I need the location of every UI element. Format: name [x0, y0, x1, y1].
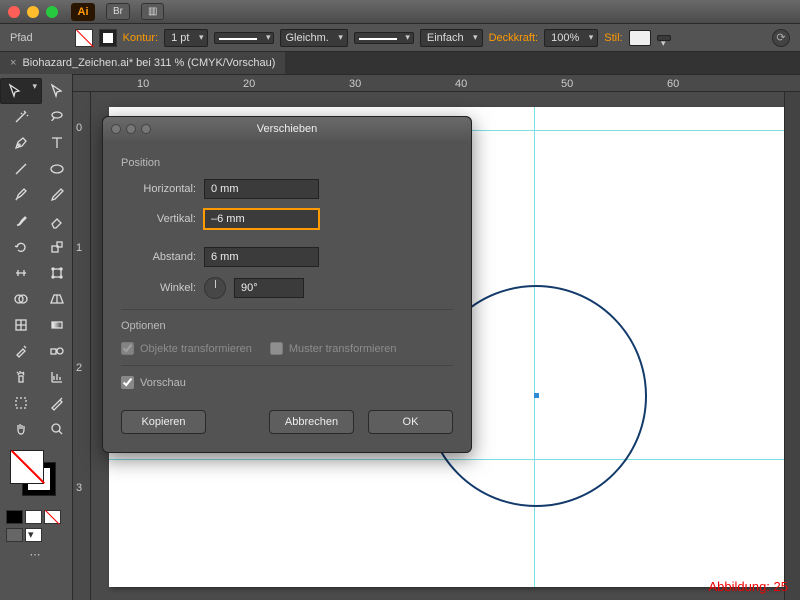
anchor-point[interactable] [534, 393, 539, 398]
selection-type-label: Pfad [10, 32, 33, 44]
options-group-label: Optionen [121, 320, 453, 332]
selection-tool[interactable] [0, 78, 42, 104]
width-tool[interactable] [0, 260, 42, 286]
blend-tool[interactable] [42, 338, 72, 364]
objekte-trans-checkbox: Objekte transformieren [121, 342, 252, 355]
ok-button[interactable]: OK [368, 410, 453, 434]
panel-more-icon[interactable]: ⋯ [4, 548, 68, 561]
eraser-tool[interactable] [42, 208, 72, 234]
opacity-select[interactable]: 100% [544, 29, 598, 47]
horizontal-ruler: 10 20 30 40 50 60 [73, 74, 800, 92]
window-titlebar: Ai Br ▥ [0, 0, 800, 24]
minimize-dot[interactable] [27, 6, 39, 18]
pen-tool[interactable] [0, 130, 42, 156]
muster-trans-checkbox: Muster transformieren [270, 342, 397, 355]
winkel-input[interactable] [234, 278, 304, 298]
control-bar: Pfad Kontur: 1 pt Gleichm. Einfach Deckk… [0, 24, 800, 52]
blob-brush-tool[interactable] [0, 208, 42, 234]
type-tool[interactable] [42, 130, 72, 156]
ellipse-tool[interactable] [42, 156, 72, 182]
layout-button[interactable]: ▥ [141, 3, 164, 20]
close-dot[interactable] [8, 6, 20, 18]
dialog-titlebar[interactable]: Verschieben [103, 117, 471, 141]
symbol-sprayer-tool[interactable] [0, 364, 42, 390]
eyedropper-tool[interactable] [0, 338, 42, 364]
tool-panel: ▾ ⋯ [0, 74, 73, 600]
vertical-label: Vertikal: [121, 213, 196, 225]
horizontal-label: Horizontal: [121, 183, 196, 195]
zoom-tool[interactable] [42, 416, 72, 442]
zoom-dot[interactable] [46, 6, 58, 18]
fill-swatch[interactable] [75, 29, 93, 47]
stroke-profile-select[interactable] [214, 32, 274, 44]
rotate-tool[interactable] [0, 234, 42, 260]
graph-tool[interactable] [42, 364, 72, 390]
vertical-ruler: 0 1 2 3 [73, 92, 91, 600]
perspective-tool[interactable] [42, 286, 72, 312]
color-mode-row[interactable] [0, 508, 72, 526]
abstand-label: Abstand: [121, 251, 196, 263]
fill-stroke-stack[interactable] [6, 450, 66, 500]
stil-label: Stil: [604, 32, 622, 44]
abstand-input[interactable] [204, 247, 319, 267]
stroke-dash-select[interactable]: Gleichm. [280, 29, 347, 47]
hand-tool[interactable] [0, 416, 42, 442]
artboard-tool[interactable] [0, 390, 42, 416]
style-dropdown[interactable] [657, 35, 671, 41]
free-transform-tool[interactable] [42, 260, 72, 286]
document-tabs: × Biohazard_Zeichen.ai* bei 311 % (CMYK/… [0, 52, 800, 74]
document-tab[interactable]: × Biohazard_Zeichen.ai* bei 311 % (CMYK/… [0, 52, 285, 74]
line-tool[interactable] [0, 156, 42, 182]
document-title: Biohazard_Zeichen.ai* bei 311 % (CMYK/Vo… [22, 57, 275, 69]
mesh-tool[interactable] [0, 312, 42, 338]
shape-builder-tool[interactable] [0, 286, 42, 312]
scale-tool[interactable] [42, 234, 72, 260]
bridge-button[interactable]: Br [106, 3, 130, 20]
close-tab-icon[interactable]: × [10, 57, 16, 69]
kontur-label: Kontur: [123, 32, 158, 44]
stroke-weight-select[interactable]: 1 pt [164, 29, 208, 47]
horizontal-input[interactable] [204, 179, 319, 199]
vorschau-checkbox[interactable]: Vorschau [121, 376, 186, 389]
scrollbar-vertical[interactable] [784, 92, 800, 600]
sync-icon[interactable]: ⟳ [772, 29, 790, 47]
dialog-title: Verschieben [257, 123, 318, 135]
move-dialog: Verschieben Position Horizontal: Vertika… [102, 116, 472, 453]
style-chip[interactable] [629, 30, 651, 46]
figure-caption: Abbildung: 25 [708, 579, 788, 594]
deckkraft-label: Deckkraft: [489, 32, 539, 44]
position-group-label: Position [121, 157, 453, 169]
app-badge-ai: Ai [71, 3, 95, 21]
vertical-input[interactable] [204, 209, 319, 229]
magic-wand-tool[interactable] [0, 104, 42, 130]
screen-mode-row[interactable]: ▾ [0, 526, 72, 544]
kopieren-button[interactable]: Kopieren [121, 410, 206, 434]
stroke-swatch[interactable] [99, 29, 117, 47]
abbrechen-button[interactable]: Abbrechen [269, 410, 354, 434]
pencil-tool[interactable] [42, 182, 72, 208]
angle-dial[interactable] [204, 277, 226, 299]
lasso-tool[interactable] [42, 104, 72, 130]
brush-type-select[interactable]: Einfach [420, 29, 483, 47]
paintbrush-tool[interactable] [0, 182, 42, 208]
slice-tool[interactable] [42, 390, 72, 416]
gradient-tool[interactable] [42, 312, 72, 338]
brush-select[interactable] [354, 32, 414, 44]
direct-selection-tool[interactable] [42, 78, 72, 104]
winkel-label: Winkel: [121, 282, 196, 294]
